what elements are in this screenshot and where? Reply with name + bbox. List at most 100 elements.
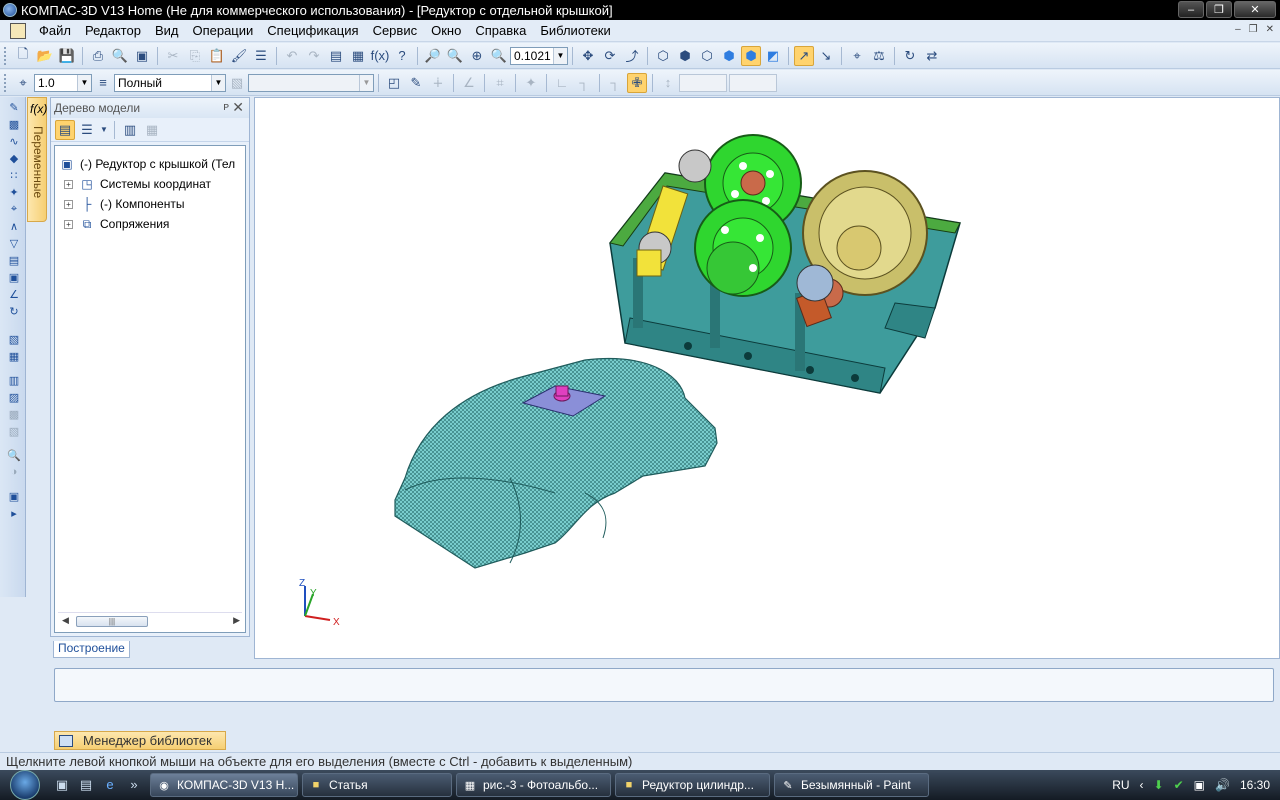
variables-icon[interactable]: f(x) <box>370 46 390 66</box>
properties-brush-icon[interactable]: 🖌 <box>229 46 249 66</box>
chevron-down-icon[interactable]: ▼ <box>553 47 567 64</box>
auxiliary-geometry-icon[interactable]: ✦ <box>5 185 23 199</box>
snap-icon[interactable]: ✦ <box>521 73 541 93</box>
zoom-scale-icon[interactable]: 🔍 <box>489 46 509 66</box>
cut-icon[interactable]: ✂ <box>163 46 183 66</box>
measure-icon[interactable]: ⌖ <box>847 46 867 66</box>
dimension-icon[interactable]: ∠ <box>459 73 479 93</box>
mass-properties-icon[interactable]: ⚖ <box>869 46 889 66</box>
model-viewport[interactable]: Z Y X <box>254 97 1280 659</box>
insert-object-icon[interactable]: ▣ <box>132 46 152 66</box>
show-desktop-icon[interactable]: ▣ <box>53 777 71 793</box>
shaded-edges-icon[interactable]: ⬢ <box>741 45 761 66</box>
tray-shield-icon[interactable]: ✔ <box>1174 778 1184 792</box>
chevron-down-icon[interactable]: ▼ <box>77 74 91 91</box>
expand-icon[interactable]: + <box>64 179 73 189</box>
line-style-icon[interactable]: ≡ <box>93 73 113 93</box>
toolbar-grip[interactable] <box>4 46 8 65</box>
paste-icon[interactable]: 📋 <box>207 46 227 66</box>
shaded-icon[interactable]: ⬢ <box>719 46 739 66</box>
horizontal-scrollbar[interactable]: ◀ ||| ▶ <box>58 612 242 628</box>
menu-operations[interactable]: Операции <box>185 23 260 38</box>
rebuild-icon[interactable]: ↻ <box>900 46 920 66</box>
pan-icon[interactable]: ✥ <box>578 46 598 66</box>
task-kompas[interactable]: ◉ КОМПАС-3D V13 Н... <box>150 773 298 797</box>
new-document-icon[interactable]: 🗋 <box>13 46 33 66</box>
wireframe-icon[interactable]: ⬡ <box>653 46 673 66</box>
diagnostics-icon[interactable]: ↻ <box>5 304 23 318</box>
task-paint[interactable]: ✎ Безымянный - Paint <box>774 773 929 797</box>
restore-button[interactable]: ❐ <box>1206 1 1232 18</box>
tree-item-components[interactable]: + ├ (-) Компоненты <box>55 194 245 214</box>
dimensions-icon[interactable]: ∧ <box>5 219 23 233</box>
cut-extrude-icon[interactable]: ▨ <box>5 390 23 404</box>
extrude-icon[interactable]: ▥ <box>5 373 23 387</box>
style-combo[interactable]: Полный ▼ <box>114 73 226 92</box>
menu-window[interactable]: Окно <box>424 23 468 38</box>
edit-sketch-icon[interactable]: ✎ <box>406 73 426 93</box>
rotate-icon[interactable]: ⟳ <box>600 46 620 66</box>
scroll-right-icon[interactable]: ▶ <box>233 615 240 626</box>
hatch-icon[interactable]: ∔ <box>428 73 448 93</box>
tray-expand-icon[interactable]: ‹ <box>1140 778 1144 792</box>
menu-file[interactable]: Файл <box>32 23 78 38</box>
tree-collapse-icon[interactable]: ▦ <box>142 120 162 140</box>
manager-icon[interactable]: ▤ <box>326 46 346 66</box>
expand-icon[interactable]: + <box>64 219 73 229</box>
sheet-metal-icon[interactable]: ▧ <box>5 332 23 346</box>
layer-combo[interactable]: ▼ <box>248 73 374 92</box>
open-icon[interactable]: 📂 <box>35 46 55 66</box>
zoom-value-combo[interactable]: 0.1021 ▼ <box>510 46 568 65</box>
menu-view[interactable]: Вид <box>148 23 186 38</box>
perspective-icon[interactable]: ◩ <box>763 46 783 66</box>
tree-root[interactable]: ▣ (-) Редуктор с крышкой (Тел <box>55 154 245 174</box>
orientation-icon[interactable]: ⤴ <box>622 46 642 66</box>
copy-icon[interactable]: ⎘ <box>185 46 205 66</box>
layer-icon[interactable]: ▧ <box>227 73 247 93</box>
quicklaunch-more-icon[interactable]: » <box>125 777 143 793</box>
more-icon[interactable]: ▸ <box>5 506 23 520</box>
menu-specification[interactable]: Спецификация <box>260 23 365 38</box>
task-photo-album[interactable]: ▦ рис.-3 - Фотоальбо... <box>456 773 611 797</box>
switch-windows-icon[interactable]: ▤ <box>77 777 95 793</box>
toolbar-grip[interactable] <box>4 73 8 92</box>
preview-icon[interactable]: 🔍 <box>110 46 130 66</box>
tree-item-coordinate-systems[interactable]: + ◳ Системы координат <box>55 174 245 194</box>
assembly-icon[interactable]: ▣ <box>5 489 23 503</box>
grid-icon[interactable]: ⌗ <box>490 73 510 93</box>
menu-help[interactable]: Справка <box>468 23 533 38</box>
clock[interactable]: 16:30 <box>1240 778 1270 792</box>
select-filter-icon[interactable]: ↗ <box>794 45 814 66</box>
document-icon[interactable] <box>10 22 26 39</box>
close-button[interactable]: ✕ <box>1234 1 1276 18</box>
edit-part-icon[interactable]: ✎ <box>5 100 23 114</box>
pin-icon[interactable]: ᴘ <box>223 101 229 113</box>
specification-icon[interactable]: ▤ <box>5 253 23 267</box>
local-cs-icon[interactable]: ┐ <box>574 73 594 93</box>
mdi-close-button[interactable]: ✕ <box>1266 24 1274 35</box>
list-icon[interactable]: ☰ <box>251 46 271 66</box>
gearbox-cover[interactable] <box>394 358 718 569</box>
close-icon[interactable]: ✕ <box>232 99 244 116</box>
menu-service[interactable]: Сервис <box>366 23 425 38</box>
snap-step-icon[interactable]: ⌖ <box>13 73 33 93</box>
coordinates-icon[interactable]: ↕ <box>658 73 678 93</box>
zoom-window-icon[interactable]: 🔎 <box>423 46 443 66</box>
mates-icon[interactable]: ⌖ <box>5 202 23 216</box>
tree-view-icon[interactable]: ☰ <box>77 120 97 140</box>
report-icon[interactable]: ▣ <box>5 270 23 284</box>
scroll-thumb[interactable]: ||| <box>76 616 148 627</box>
tab-construction[interactable]: Построение <box>53 641 130 658</box>
tray-network-icon[interactable]: ▣ <box>1194 778 1205 792</box>
redo-icon[interactable]: ↷ <box>304 46 324 66</box>
coordinate-x-field[interactable] <box>679 73 727 92</box>
internet-explorer-icon[interactable]: e <box>101 777 119 793</box>
menu-edit[interactable]: Редактор <box>78 23 148 38</box>
zoom-in-icon[interactable]: ⊕ <box>467 46 487 66</box>
start-button[interactable] <box>0 770 50 800</box>
help-cursor-icon[interactable]: ? <box>392 46 412 66</box>
kompas-app-icon[interactable] <box>3 3 17 17</box>
select-mode-icon[interactable]: ↘ <box>816 46 836 66</box>
components-icon[interactable]: ▩ <box>5 117 23 131</box>
task-statya[interactable]: ■ Статья <box>302 773 452 797</box>
